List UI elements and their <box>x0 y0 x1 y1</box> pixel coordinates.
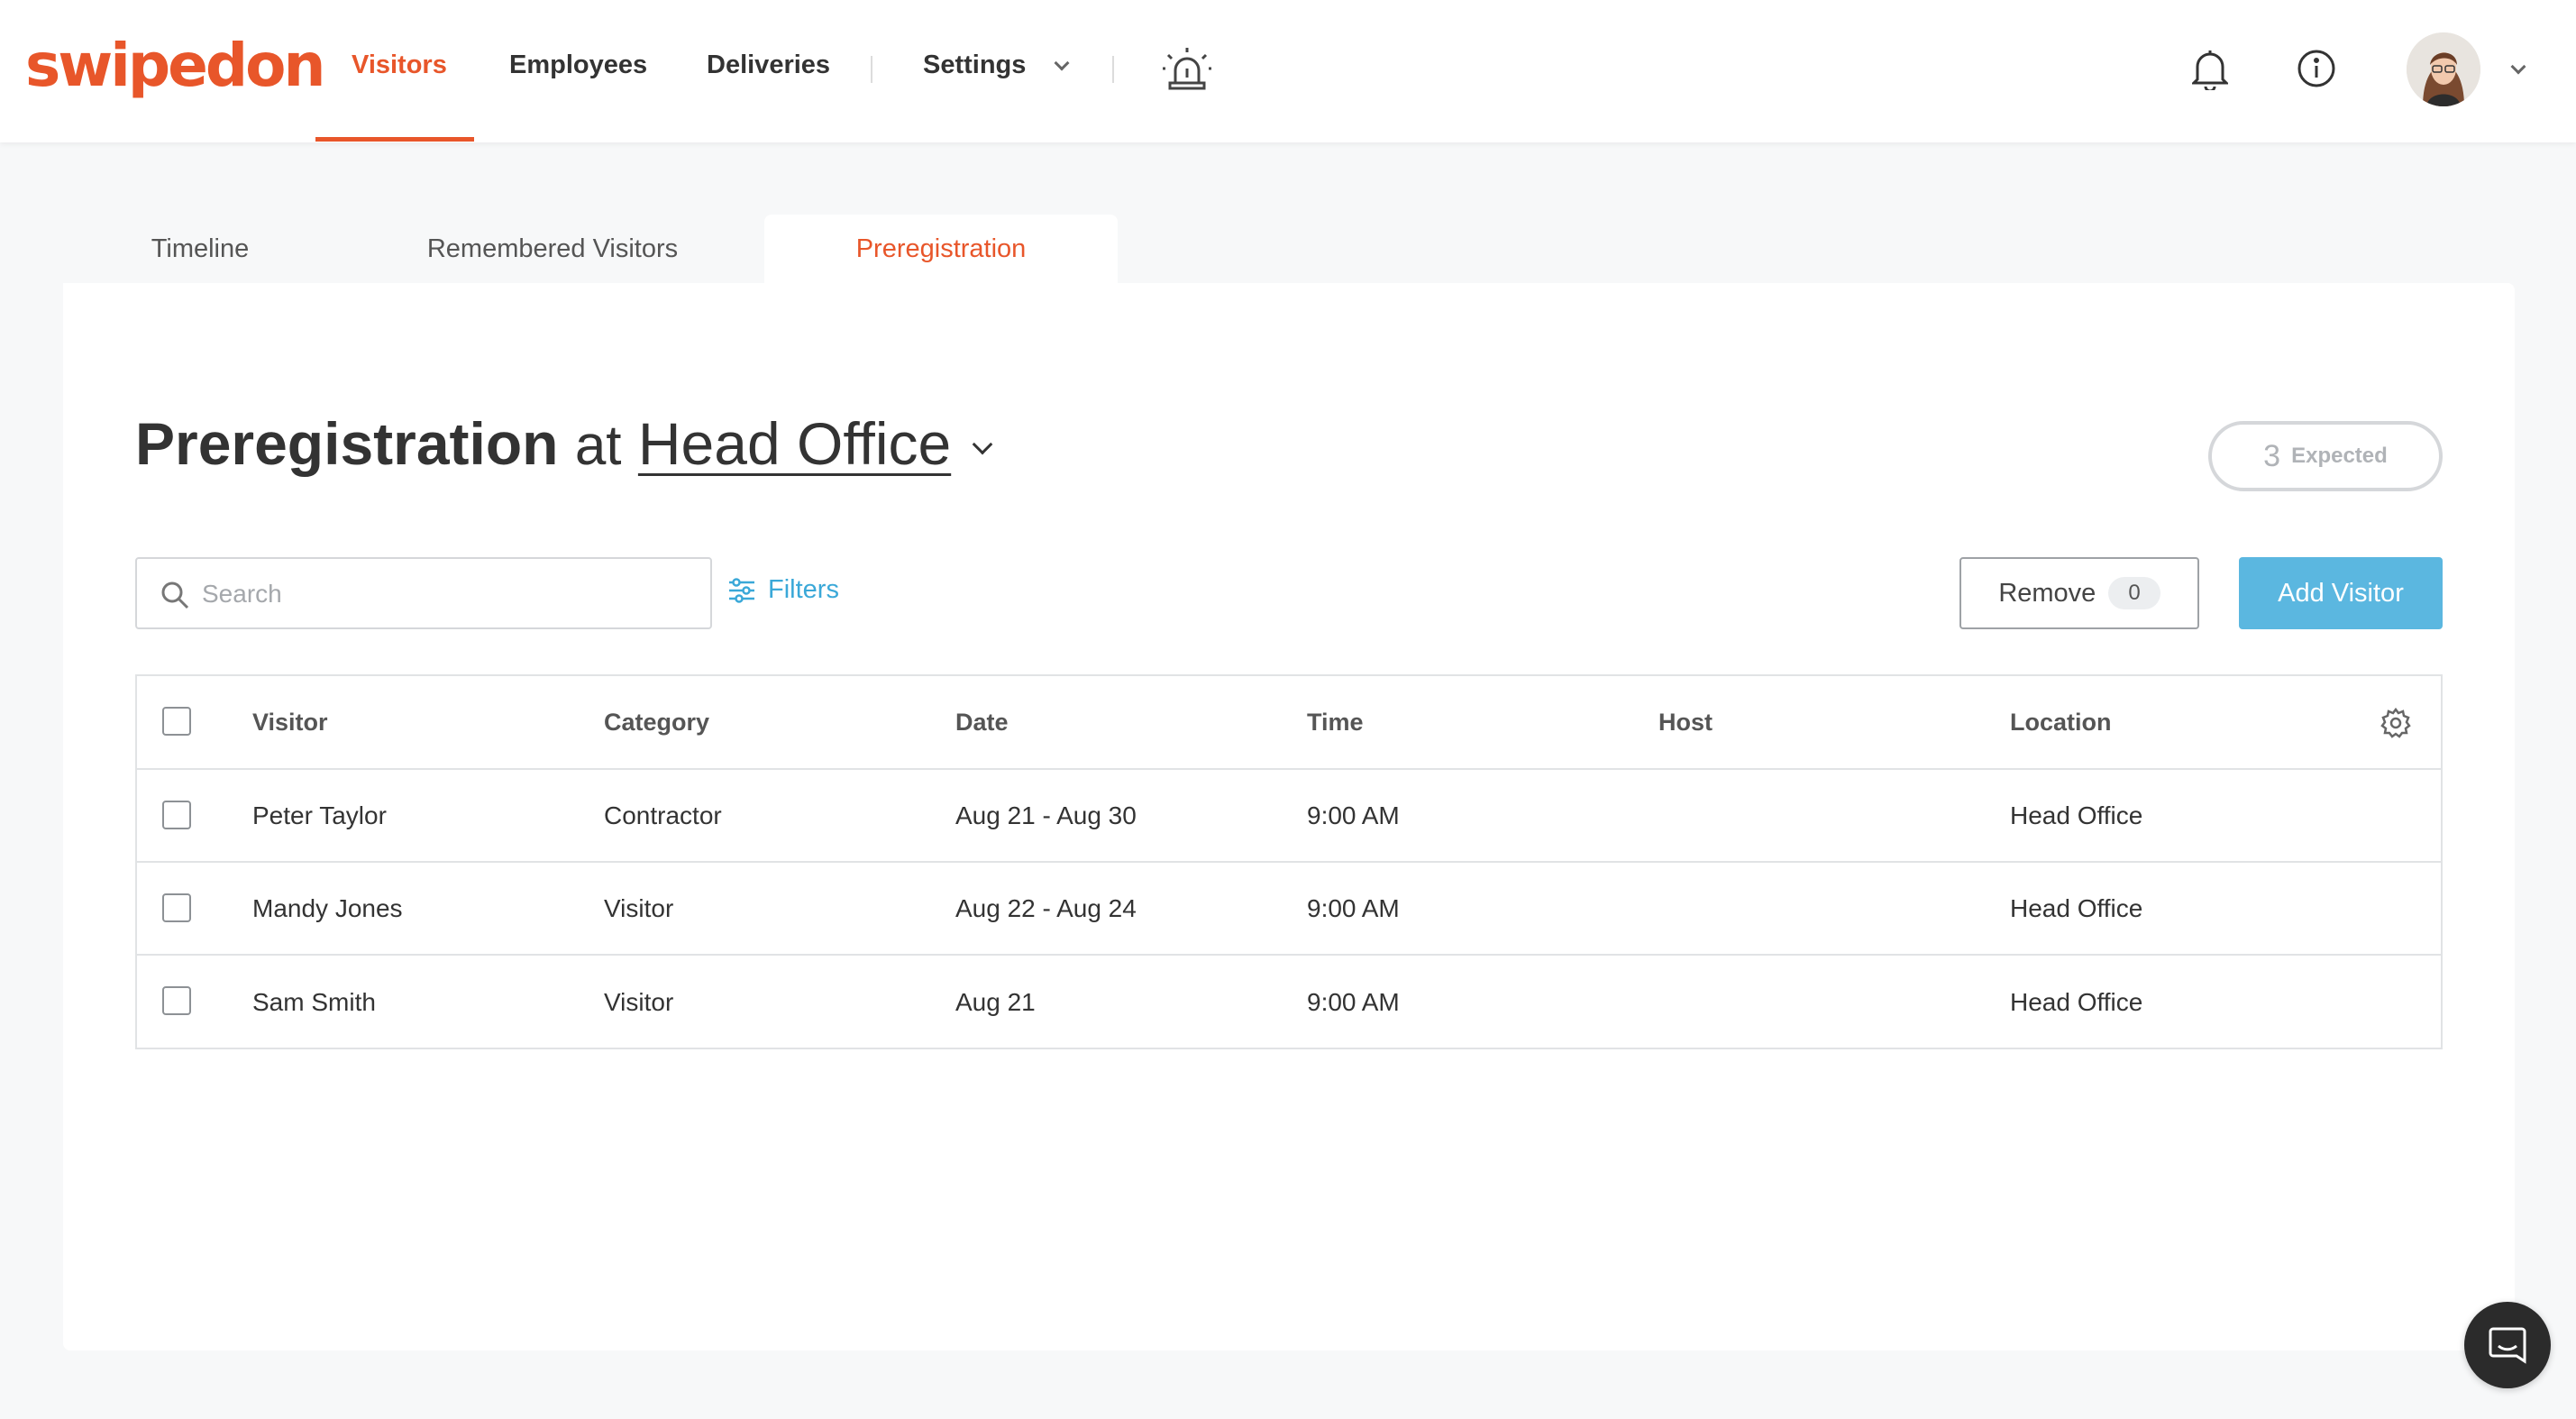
chat-icon <box>2489 1327 2526 1364</box>
tab-remembered-visitors[interactable]: Remembered Visitors <box>397 215 708 283</box>
search-input[interactable] <box>202 575 689 613</box>
filter-sliders-icon <box>729 577 754 603</box>
page-title: Preregistration at Head Office <box>135 409 992 478</box>
nav-visitors[interactable]: Visitors <box>352 50 447 80</box>
page-title-text: Preregistration <box>135 410 559 477</box>
column-header-date[interactable]: Date <box>955 676 1009 768</box>
row-checkbox[interactable] <box>162 893 191 922</box>
visit-time: 9:00 AM <box>1307 893 1400 922</box>
visitor-name: Peter Taylor <box>252 801 387 829</box>
column-header-host[interactable]: Host <box>1658 676 1713 768</box>
visitor-category: Contractor <box>604 801 722 829</box>
nav-settings[interactable]: Settings <box>923 50 1070 80</box>
tab-timeline[interactable]: Timeline <box>126 215 274 283</box>
visit-time: 9:00 AM <box>1307 801 1400 829</box>
nav-settings-label: Settings <box>923 50 1027 79</box>
nav-divider <box>1112 56 1114 83</box>
table-row[interactable]: Mandy Jones Visitor Aug 22 - Aug 24 9:00… <box>137 863 2441 956</box>
select-all-checkbox[interactable] <box>162 707 191 736</box>
table-row[interactable]: Sam Smith Visitor Aug 21 9:00 AM Head Of… <box>137 956 2441 1048</box>
table-header-row: Visitor Category Date Time Host Location <box>137 676 2441 770</box>
gear-icon[interactable] <box>2380 707 2412 739</box>
table-row[interactable]: Peter Taylor Contractor Aug 21 - Aug 30 … <box>137 770 2441 863</box>
column-header-time[interactable]: Time <box>1307 676 1364 768</box>
nav-employees[interactable]: Employees <box>509 50 647 80</box>
chevron-down-icon <box>1054 55 1070 71</box>
column-header-location[interactable]: Location <box>2010 676 2112 768</box>
top-navigation-bar: swipedon Visitors Employees Deliveries S… <box>0 0 2576 142</box>
bell-icon[interactable] <box>2190 47 2230 95</box>
avatar[interactable] <box>2407 32 2480 106</box>
visitor-category: Visitor <box>604 893 674 922</box>
expected-badge: 3 Expected <box>2208 421 2443 491</box>
nav-divider <box>871 56 872 83</box>
remove-button[interactable]: Remove 0 <box>1959 557 2199 629</box>
row-checkbox[interactable] <box>162 986 191 1015</box>
expected-count: 3 <box>2263 438 2281 473</box>
page-title-connector: at <box>574 415 622 477</box>
preregistration-table: Visitor Category Date Time Host Location… <box>135 674 2443 1049</box>
chat-launcher-button[interactable] <box>2464 1302 2551 1388</box>
evacuation-alarm-icon[interactable] <box>1163 47 1211 95</box>
remove-label: Remove <box>1998 578 2096 608</box>
column-header-category[interactable]: Category <box>604 676 709 768</box>
visitor-name: Mandy Jones <box>252 893 403 922</box>
visit-time: 9:00 AM <box>1307 987 1400 1016</box>
add-visitor-button[interactable]: Add Visitor <box>2239 557 2443 629</box>
filters-button[interactable]: Filters <box>728 575 839 605</box>
visit-location: Head Office <box>2010 987 2143 1016</box>
remove-count-badge: 0 <box>2108 577 2160 609</box>
visitor-category: Visitor <box>604 987 674 1016</box>
visit-location: Head Office <box>2010 893 2143 922</box>
visit-date: Aug 21 - Aug 30 <box>955 801 1137 829</box>
filters-label: Filters <box>768 575 839 604</box>
info-icon[interactable] <box>2297 49 2336 93</box>
visit-location: Head Office <box>2010 801 2143 829</box>
visit-date: Aug 22 - Aug 24 <box>955 893 1137 922</box>
tab-preregistration[interactable]: Preregistration <box>764 215 1118 283</box>
nav-deliveries[interactable]: Deliveries <box>707 50 830 80</box>
location-selector[interactable]: Head Office <box>638 410 951 477</box>
search-icon <box>161 581 189 609</box>
visit-date: Aug 21 <box>955 987 1036 1016</box>
row-checkbox[interactable] <box>162 801 191 829</box>
account-chevron-down-icon[interactable] <box>2510 59 2526 75</box>
visitor-name: Sam Smith <box>252 987 376 1016</box>
column-header-visitor[interactable]: Visitor <box>252 676 328 768</box>
expected-label: Expected <box>2291 444 2388 468</box>
swipedon-logo[interactable]: swipedon <box>25 31 325 100</box>
active-nav-indicator <box>315 137 474 142</box>
search-box <box>135 557 712 629</box>
